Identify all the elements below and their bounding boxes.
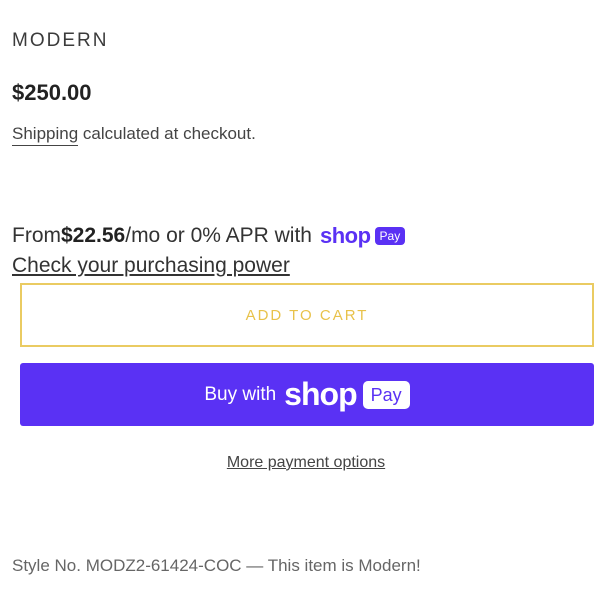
buy-with-shop-pay-button[interactable]: Buy with shop Pay [20, 363, 594, 426]
add-to-cart-button[interactable]: ADD TO CART [20, 283, 594, 347]
buy-with-label: Buy with [204, 383, 277, 405]
product-vendor: MODERN [12, 30, 109, 51]
pay-badge: Pay [362, 380, 410, 409]
installments-banner: From $22.56/mo or 0% APR with shop Pay [12, 223, 406, 249]
more-payment-options-link[interactable]: More payment options [227, 454, 385, 471]
check-purchasing-power-link[interactable]: Check your purchasing power [12, 254, 290, 278]
shipping-link[interactable]: Shipping [12, 124, 79, 146]
style-number-note: Style No. MODZ2-61424-COC — This item is… [12, 556, 421, 575]
product-price: $250.00 [12, 80, 92, 105]
shipping-note: Shipping calculated at checkout. [12, 124, 256, 146]
shipping-note-suffix: calculated at checkout. [78, 124, 256, 143]
installments-suffix: /mo or 0% APR with [125, 224, 312, 247]
shop-pay-logo-text: shop [319, 223, 371, 248]
installments-amount: $22.56 [61, 224, 126, 247]
shop-pay-badge: Pay [374, 227, 406, 245]
shop-logo-text: shop [284, 376, 357, 412]
installments-prefix: From [12, 224, 61, 247]
more-payment-options: More payment options [0, 454, 600, 472]
